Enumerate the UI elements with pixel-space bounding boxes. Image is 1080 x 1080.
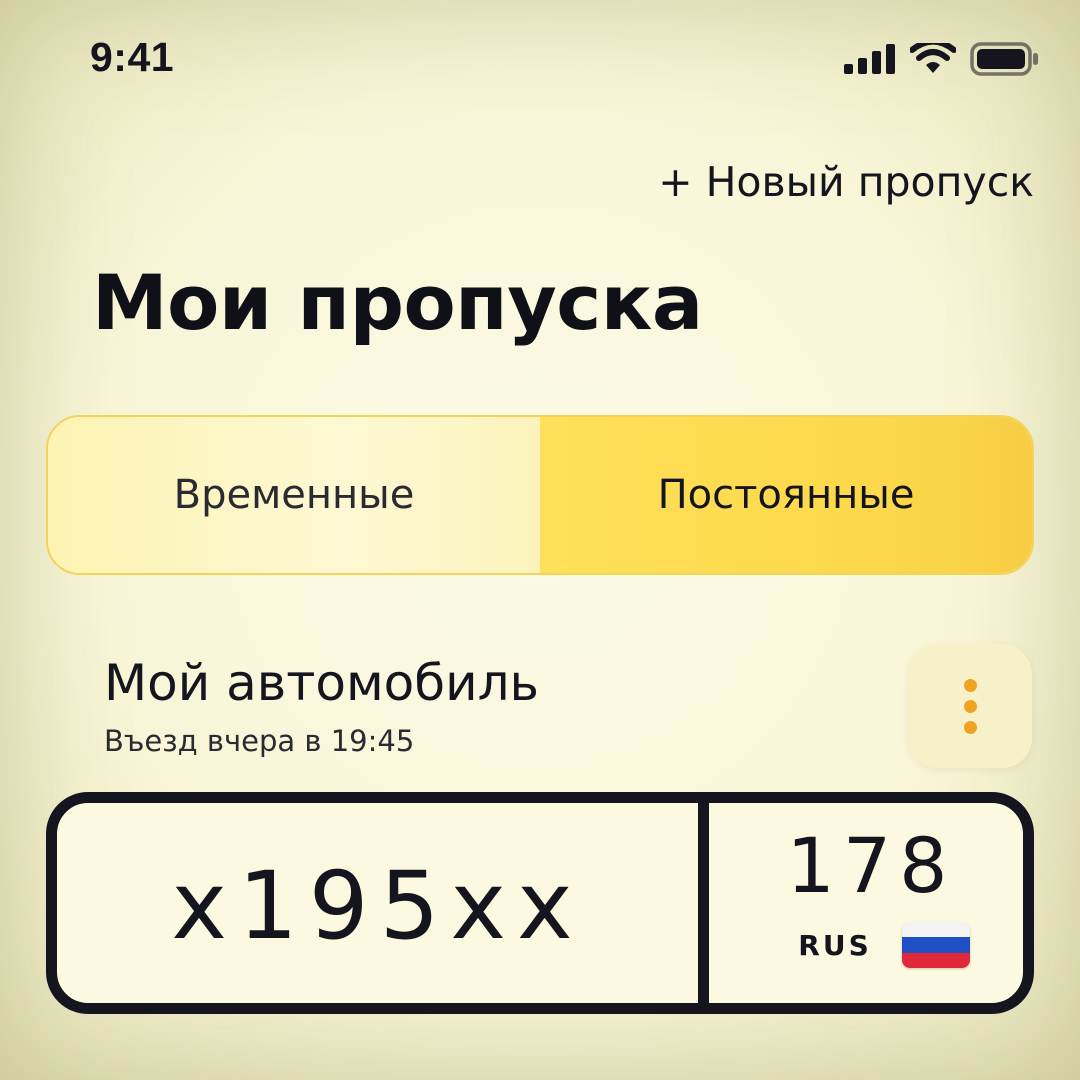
- status-icons: [844, 38, 1040, 80]
- car-title: Мой автомобиль: [104, 654, 540, 712]
- battery-icon: [970, 42, 1040, 80]
- license-plate[interactable]: x195xx 178 RUS: [46, 792, 1034, 1014]
- russian-flag-icon: [901, 922, 970, 968]
- status-time: 9:41: [90, 34, 175, 80]
- cellular-signal-icon: [844, 44, 896, 78]
- more-vertical-icon: [963, 678, 977, 734]
- car-menu-button[interactable]: [908, 644, 1032, 768]
- plate-region: 178 RUS: [709, 803, 1023, 1003]
- pass-type-tabs: Временные Постоянные: [46, 415, 1034, 575]
- page-title: Мои пропуска: [92, 258, 703, 347]
- plate-country-row: RUS: [798, 922, 970, 968]
- plate-number: x195xx: [57, 803, 709, 1003]
- car-entry-time: Въезд вчера в 19:45: [104, 724, 415, 758]
- wifi-icon: [909, 38, 957, 79]
- plate-country-code: RUS: [798, 928, 872, 962]
- tab-permanent[interactable]: Постоянные: [540, 417, 1032, 573]
- plate-region-code: 178: [786, 821, 956, 910]
- new-pass-button[interactable]: + Новый пропуск: [658, 158, 1034, 206]
- tab-temporary[interactable]: Временные: [48, 417, 540, 573]
